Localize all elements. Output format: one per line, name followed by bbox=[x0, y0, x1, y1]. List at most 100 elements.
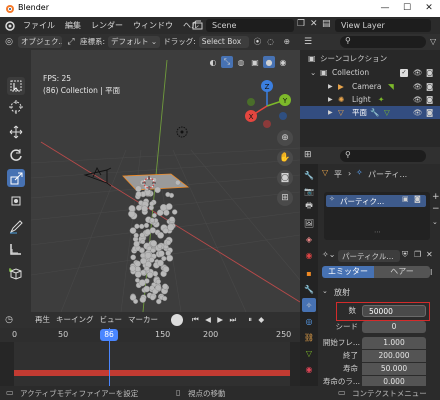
tab-scene-icon[interactable]: ◈ bbox=[302, 232, 316, 246]
scale-tool[interactable] bbox=[7, 169, 25, 187]
mode-dropdown[interactable]: オブジェク... bbox=[18, 36, 62, 48]
pan-hand-icon[interactable]: ✋ bbox=[277, 150, 293, 166]
measure-tool[interactable] bbox=[7, 240, 25, 258]
camera-view-icon[interactable]: ◙ bbox=[277, 170, 293, 186]
fake-user-shield-icon[interactable]: ⛨ bbox=[402, 250, 408, 260]
tab-output-icon[interactable]: 🖶 bbox=[302, 200, 316, 214]
expand-arrow-icon[interactable]: ▶ bbox=[328, 80, 333, 93]
zoom-icon[interactable]: ⊕ bbox=[277, 130, 293, 146]
view-layer-icon[interactable]: ▤ bbox=[322, 19, 331, 29]
tab-object-icon[interactable]: ▪ bbox=[302, 266, 316, 280]
remove-slot-button[interactable]: − bbox=[432, 204, 440, 214]
menu-file[interactable]: ファイル bbox=[18, 17, 60, 34]
timeline-view-menu[interactable]: ビュー bbox=[97, 314, 126, 326]
tab-modifiers-icon[interactable]: 🔧 bbox=[302, 282, 316, 296]
scene-icon[interactable] bbox=[192, 20, 203, 31]
expand-chevron-icon[interactable]: ⌄ bbox=[310, 66, 316, 79]
list-resize-handle[interactable]: ⋯ bbox=[374, 228, 381, 236]
proportional-icon[interactable]: ◌ bbox=[264, 36, 277, 48]
outliner-row-camera[interactable]: ▶ ▶ Camera ◥ 👁 ◙ bbox=[300, 80, 440, 93]
orientation-dropdown[interactable]: デフォルト ⌄ bbox=[108, 36, 161, 48]
gizmo-neg-x[interactable] bbox=[263, 120, 271, 128]
snap-icon[interactable]: ⦿ bbox=[251, 36, 265, 48]
render-camera-icon[interactable]: ◙ bbox=[426, 93, 433, 106]
particle-render-icon[interactable]: ▣ bbox=[402, 195, 409, 203]
add-cube-tool[interactable] bbox=[7, 265, 25, 283]
eye-icon[interactable]: 👁 bbox=[413, 93, 423, 106]
marker-menu[interactable]: マーカー bbox=[125, 314, 161, 326]
particle-settings-icon[interactable]: ✧⌄ bbox=[322, 250, 335, 259]
include-checkbox[interactable]: ✓ bbox=[400, 69, 408, 77]
expand-arrow-icon[interactable]: ▶ bbox=[328, 93, 333, 106]
3d-viewport[interactable]: FPS: 25 (86) Collection | 平面 ◐ ⤡ ◍ ▣ ● ◉… bbox=[31, 50, 300, 312]
tab-world-icon[interactable]: ◉ bbox=[302, 248, 316, 262]
cursor-tool[interactable] bbox=[7, 98, 25, 116]
outliner-filter-icon[interactable]: ▽ bbox=[430, 37, 436, 46]
keyframe-jump-icons[interactable]: ⏸ ◆ bbox=[245, 314, 269, 326]
view-layer-selector[interactable]: View Layer bbox=[335, 19, 431, 32]
tab-render-icon[interactable]: 📷 bbox=[302, 184, 316, 198]
particle-system-list[interactable]: ✧ パーティク... ▣ ◙ ⋯ bbox=[324, 192, 430, 240]
render-camera-icon[interactable]: ◙ bbox=[426, 66, 433, 79]
properties-search-input[interactable]: ⚲ bbox=[340, 150, 426, 162]
frame-ruler[interactable] bbox=[0, 328, 300, 342]
tab-tool-icon[interactable]: 🔧 bbox=[302, 168, 316, 182]
tab-constraints-icon[interactable]: ⛓ bbox=[302, 330, 316, 344]
slot-menu-chevron[interactable]: ⌄ bbox=[432, 218, 438, 226]
lifetime-random-field[interactable]: 0.000 bbox=[362, 376, 426, 386]
seed-field[interactable]: 0 bbox=[362, 321, 426, 333]
frame-end-field[interactable]: 200.000 bbox=[362, 350, 426, 362]
properties-editor-icon[interactable]: ⊞ bbox=[304, 150, 312, 160]
tab-view-layer-icon[interactable]: 🖼 bbox=[302, 216, 316, 230]
scene-selector[interactable]: Scene bbox=[206, 19, 294, 32]
tab-material-icon[interactable]: ◉ bbox=[302, 362, 316, 376]
eye-icon[interactable]: 👁 bbox=[413, 106, 423, 119]
perspective-grid-icon[interactable]: ⊞ bbox=[277, 190, 293, 206]
outliner-row-scene-collection[interactable]: ▣ シーンコレクション bbox=[300, 52, 440, 65]
add-slot-button[interactable]: + bbox=[432, 192, 440, 202]
timeline-editor-icon[interactable]: ◷ bbox=[0, 312, 18, 328]
blender-menu-icon[interactable] bbox=[0, 17, 18, 34]
menu-edit[interactable]: 編集 bbox=[60, 17, 86, 34]
keying-menu[interactable]: キーイング bbox=[53, 314, 97, 326]
tab-particles-icon[interactable]: ✧ bbox=[302, 298, 316, 312]
outliner-row-plane[interactable]: ▶ ▽ 平面 🔧 ▽ 👁 ◙ bbox=[300, 106, 440, 119]
rotate-tool[interactable] bbox=[7, 146, 25, 164]
eye-icon[interactable]: 👁 bbox=[413, 80, 423, 93]
drag-dropdown[interactable]: Select Box bbox=[198, 36, 249, 48]
outliner-row-light[interactable]: ▶ ✺ Light ✦ 👁 ◙ bbox=[300, 93, 440, 106]
menu-render[interactable]: レンダー bbox=[86, 17, 128, 34]
emitter-tab[interactable]: エミッター bbox=[322, 266, 374, 278]
tab-physics-icon[interactable]: ◎ bbox=[302, 314, 316, 328]
scene-remove-icon[interactable]: ✕ bbox=[310, 19, 318, 29]
emission-section-header[interactable]: ⌄ 放射 bbox=[318, 286, 440, 298]
gizmo-toggle-icon[interactable]: ⤡ bbox=[221, 56, 233, 68]
record-icon[interactable] bbox=[171, 314, 183, 326]
frame-start-field[interactable]: 1.000 bbox=[362, 337, 426, 349]
gizmo-neg-z[interactable] bbox=[279, 112, 287, 120]
hair-tab[interactable]: ヘアー bbox=[374, 266, 430, 278]
menu-window[interactable]: ウィンドウ bbox=[128, 17, 178, 34]
unlink-icon[interactable]: ✕ bbox=[426, 250, 433, 259]
outliner-search-input[interactable]: ⚲ bbox=[340, 36, 426, 48]
particle-system-item[interactable]: ✧ パーティク... ▣ ◙ bbox=[326, 195, 426, 207]
global-icon[interactable]: ⊕ bbox=[281, 36, 293, 48]
duplicate-icon[interactable]: ❐ bbox=[414, 250, 421, 259]
transform-tool[interactable] bbox=[7, 192, 25, 210]
annotate-tool[interactable] bbox=[7, 218, 25, 236]
playback-menu[interactable]: 再生 bbox=[32, 314, 53, 326]
material-shading-icon[interactable]: ◉ bbox=[277, 56, 289, 68]
overlay-icon[interactable]: ◍ bbox=[235, 56, 247, 68]
solid-shading-icon[interactable]: ● bbox=[263, 56, 275, 68]
playback-controls[interactable]: ⏮ ◀ ▶ ⏭ bbox=[189, 314, 241, 326]
particle-camera-icon[interactable]: ◙ bbox=[414, 195, 421, 203]
gizmo-neg-y[interactable] bbox=[247, 98, 255, 106]
visibility-icon[interactable]: ◐ bbox=[207, 56, 219, 68]
transform-icon[interactable]: ⤢ bbox=[65, 37, 77, 47]
lifetime-field[interactable]: 50.000 bbox=[362, 363, 426, 375]
xray-icon[interactable]: ▣ bbox=[249, 56, 261, 68]
render-camera-icon[interactable]: ◙ bbox=[426, 80, 433, 93]
particle-settings-name-field[interactable]: パーティクル... bbox=[338, 250, 400, 262]
tab-data-icon[interactable]: ▽ bbox=[302, 346, 316, 360]
navigation-gizmo[interactable]: Z Y X bbox=[239, 76, 295, 132]
